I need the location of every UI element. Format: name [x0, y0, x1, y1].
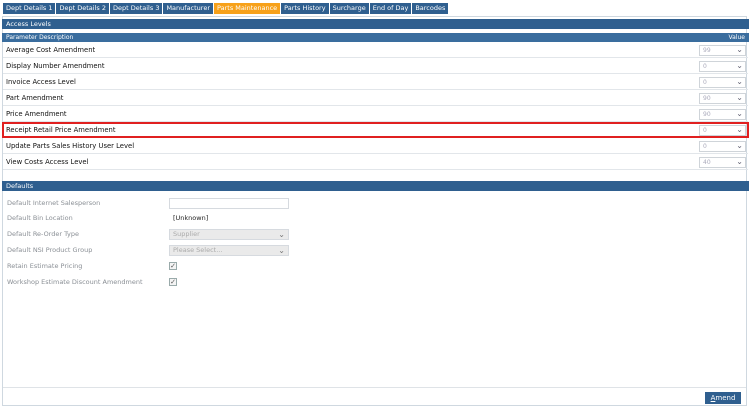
- reorder-type-value: Supplier: [173, 230, 200, 238]
- access-value-select[interactable]: 99 ⌄: [699, 44, 746, 56]
- access-levels-column-header: Parameter Description Value: [2, 33, 749, 42]
- access-value: 90: [703, 94, 711, 102]
- access-row-label: Average Cost Amendment: [6, 46, 96, 54]
- highlight-box: [2, 122, 749, 138]
- chevron-down-icon: ⌄: [278, 229, 285, 239]
- footer-divider: [3, 387, 746, 388]
- retain-estimate-pricing-label: Retain Estimate Pricing: [7, 262, 83, 270]
- chevron-down-icon: ⌄: [736, 93, 743, 102]
- tab-barcodes[interactable]: Barcodes: [412, 3, 449, 14]
- access-value: 99: [703, 46, 711, 54]
- chevron-down-icon: ⌄: [736, 77, 743, 86]
- access-value: 90: [703, 110, 711, 118]
- default-bin-location-value: [Unknown]: [169, 212, 289, 224]
- default-nsi-group-select[interactable]: Please Select... ⌄: [169, 244, 289, 256]
- access-row-label: Part Amendment: [6, 94, 64, 102]
- access-row-part-amendment: Part Amendment 90 ⌄: [3, 91, 748, 106]
- tab-end-of-day[interactable]: End of Day: [369, 3, 412, 14]
- access-row-label: Invoice Access Level: [6, 78, 76, 86]
- access-row-label: View Costs Access Level: [6, 158, 89, 166]
- default-internet-salesperson-row: Default Internet Salesperson: [7, 197, 289, 209]
- access-value: 0: [703, 62, 707, 70]
- access-value-select[interactable]: 90 ⌄: [699, 108, 746, 120]
- chevron-down-icon: ⌄: [736, 141, 743, 150]
- chevron-down-icon: ⌄: [736, 109, 743, 118]
- tab-dept-details-3[interactable]: Dept Details 3: [109, 3, 163, 14]
- defaults-header: Defaults: [2, 181, 749, 191]
- access-value: 0: [703, 78, 707, 86]
- access-value: 0: [703, 142, 707, 150]
- access-row-display-number: Display Number Amendment 0 ⌄: [3, 59, 748, 74]
- chevron-down-icon: ⌄: [736, 157, 743, 166]
- workshop-discount-row: Workshop Estimate Discount Amendment ✓: [7, 276, 177, 288]
- parameter-description-header: Parameter Description: [6, 34, 74, 41]
- access-row-price-amendment: Price Amendment 90 ⌄: [3, 107, 748, 122]
- amend-label: mend: [715, 394, 736, 402]
- default-bin-location-label: Default Bin Location: [7, 214, 73, 222]
- default-reorder-type-label: Default Re-Order Type: [7, 230, 80, 238]
- access-row-average-cost: Average Cost Amendment 99 ⌄: [3, 43, 748, 58]
- workshop-discount-checkbox[interactable]: ✓: [169, 278, 177, 286]
- default-reorder-type-select[interactable]: Supplier ⌄: [169, 228, 289, 240]
- default-nsi-group-label: Default NSI Product Group: [7, 246, 93, 254]
- tab-manufacturer[interactable]: Manufacturer: [163, 3, 213, 14]
- tab-parts-maintenance[interactable]: Parts Maintenance: [214, 3, 281, 14]
- chevron-down-icon: ⌄: [278, 245, 285, 255]
- access-value-select[interactable]: 40 ⌄: [699, 156, 746, 168]
- default-internet-salesperson-label: Default Internet Salesperson: [7, 199, 101, 207]
- access-value-select[interactable]: 0 ⌄: [699, 60, 746, 72]
- default-nsi-group-row: Default NSI Product Group Please Select.…: [7, 244, 289, 256]
- chevron-down-icon: ⌄: [736, 61, 743, 70]
- tab-dept-details-1[interactable]: Dept Details 1: [3, 3, 56, 14]
- tab-bar: Dept Details 1 Dept Details 2 Dept Detai…: [3, 3, 449, 14]
- access-row-invoice-access: Invoice Access Level 0 ⌄: [3, 75, 748, 90]
- access-value: 40: [703, 158, 711, 166]
- access-row-update-sales-history: Update Parts Sales History User Level 0 ⌄: [3, 139, 748, 154]
- workshop-discount-label: Workshop Estimate Discount Amendment: [7, 278, 143, 286]
- retain-estimate-pricing-row: Retain Estimate Pricing ✓: [7, 260, 177, 272]
- access-value-select[interactable]: 0 ⌄: [699, 76, 746, 88]
- default-bin-location-row: Default Bin Location [Unknown]: [7, 212, 289, 224]
- bin-location-text: [Unknown]: [173, 214, 209, 222]
- access-value-select[interactable]: 0 ⌄: [699, 140, 746, 152]
- chevron-down-icon: ⌄: [736, 45, 743, 54]
- access-levels-header: Access Levels: [2, 19, 749, 29]
- default-reorder-type-row: Default Re-Order Type Supplier ⌄: [7, 228, 289, 240]
- access-row-label: Display Number Amendment: [6, 62, 105, 70]
- access-row-label: Price Amendment: [6, 110, 67, 118]
- retain-estimate-pricing-checkbox[interactable]: ✓: [169, 262, 177, 270]
- access-row-label: Update Parts Sales History User Level: [6, 142, 135, 150]
- tab-surcharge[interactable]: Surcharge: [329, 3, 369, 14]
- default-internet-salesperson-input[interactable]: [169, 197, 289, 209]
- access-value-select[interactable]: 90 ⌄: [699, 92, 746, 104]
- access-row-view-costs: View Costs Access Level 40 ⌄: [3, 155, 748, 170]
- value-header: Value: [728, 34, 745, 41]
- nsi-group-value: Please Select...: [173, 246, 223, 254]
- tab-dept-details-2[interactable]: Dept Details 2: [56, 3, 109, 14]
- tab-parts-history[interactable]: Parts History: [281, 3, 329, 14]
- amend-button[interactable]: Amend: [705, 392, 741, 404]
